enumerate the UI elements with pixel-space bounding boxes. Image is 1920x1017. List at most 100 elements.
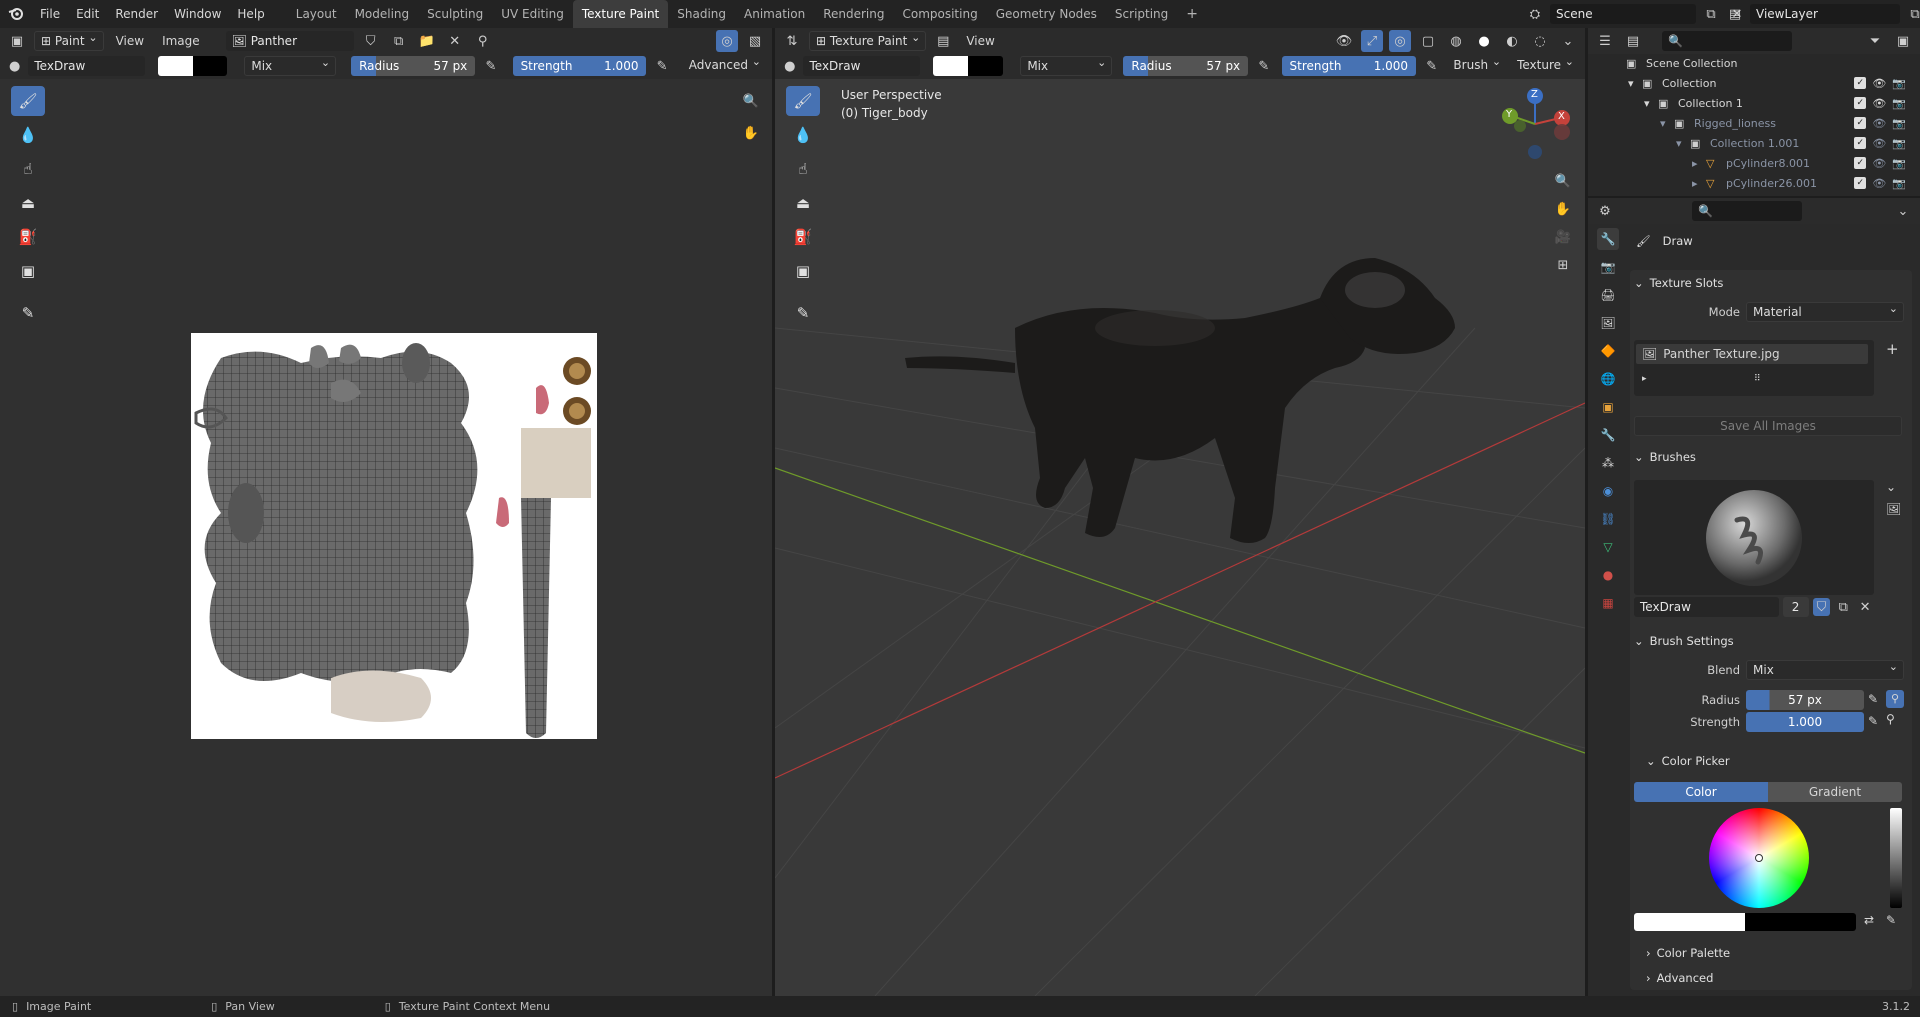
brush-menu[interactable]: Brush (1447, 53, 1506, 76)
image-name-field[interactable]: 🖼 Panther Texture.jpg (225, 31, 354, 68)
camera-render-icon[interactable]: 📷 (1892, 117, 1906, 130)
particles-tab-icon[interactable]: ⁂ (1597, 452, 1619, 474)
material-tab-icon[interactable]: ● (1597, 564, 1619, 586)
blender-logo-icon[interactable] (0, 0, 32, 28)
new-collection-icon[interactable]: ▣ (1892, 30, 1914, 52)
brush-settings-header[interactable]: ⌄ Brush Settings (1634, 630, 1734, 652)
brush-strength-pressure-icon[interactable]: ✎ (1868, 714, 1878, 728)
outliner-row[interactable]: ▸ ▽ pCylinder26.001 ✓ 👁 📷 (1692, 173, 1912, 193)
brush-blend-dropdown[interactable]: Mix (1746, 658, 1904, 680)
open-image-icon[interactable]: 📁 (416, 30, 438, 52)
color-wheel[interactable] (1709, 808, 1809, 908)
data-tab-icon[interactable]: ▽ (1597, 536, 1619, 558)
tab-texture-paint[interactable]: Texture Paint (572, 0, 669, 28)
eye-icon[interactable]: 👁 (1872, 77, 1886, 90)
xray-icon[interactable]: ▢ (1417, 30, 1439, 52)
overlay-icon[interactable]: ◎ (716, 30, 738, 52)
brush-preview[interactable] (1634, 480, 1874, 595)
tool-tab-icon[interactable]: 🔧 (1597, 228, 1619, 250)
vp-smear-tool-icon[interactable]: ☝ (786, 154, 820, 184)
exclude-checkbox[interactable]: ✓ (1854, 137, 1867, 149)
vp-fill-tool-icon[interactable]: ⛽ (786, 222, 820, 252)
annotate-tool-icon[interactable]: ✎ (11, 298, 45, 328)
fill-tool-icon[interactable]: ⛽ (11, 222, 45, 252)
tab-layout[interactable]: Layout (287, 0, 346, 28)
menu-window[interactable]: Window (166, 0, 229, 28)
outliner-row[interactable]: ▣ Scene Collection (1612, 53, 1912, 73)
shading-options-icon[interactable]: ⌄ (1557, 30, 1579, 52)
menu-file[interactable]: File (32, 0, 68, 28)
physics-tab-icon[interactable]: ◉ (1597, 480, 1619, 502)
tab-shading[interactable]: Shading (668, 0, 735, 28)
radius-pressure-icon[interactable]: ✎ (480, 55, 501, 77)
soften-tool-icon[interactable]: 💧 (11, 120, 45, 150)
vp-draw-tool-icon[interactable]: 🖌 (786, 86, 820, 116)
clone-tool-icon[interactable]: ⏏ (11, 188, 45, 218)
render-tab-icon[interactable]: 📷 (1597, 256, 1619, 278)
brush-menu-icon[interactable]: ⌄ (1886, 480, 1896, 494)
scene-icon[interactable]: ⛭ (1524, 3, 1546, 25)
brush-image-icon[interactable]: 🖼 (1886, 502, 1901, 516)
tab-geometry-nodes[interactable]: Geometry Nodes (987, 0, 1106, 28)
texture-image[interactable] (191, 333, 597, 739)
smear-tool-icon[interactable]: ☝ (11, 154, 45, 184)
radius-unit-toggle-icon[interactable]: ⚲ (1886, 690, 1904, 708)
viewport-menu-view[interactable]: View (960, 34, 1000, 48)
wireframe-shading-icon[interactable]: ◍ (1445, 30, 1467, 52)
eye-icon[interactable]: 👁 (1872, 157, 1886, 170)
image-mode-dropdown[interactable]: ⊞ Paint (34, 29, 104, 51)
material-shading-icon[interactable]: ◐ (1501, 30, 1523, 52)
brush-users-count[interactable]: 2 (1782, 597, 1809, 617)
viewport-color-swatch[interactable] (933, 56, 1004, 76)
world-tab-icon[interactable]: 🌐 (1597, 368, 1619, 390)
gradient-tab[interactable]: Gradient (1768, 782, 1902, 802)
mask-tool-icon[interactable]: ▣ (11, 256, 45, 286)
texture-menu[interactable]: Texture (1511, 53, 1579, 76)
radius-slider[interactable]: Radius 57 px (351, 56, 476, 76)
brush-strength-slider[interactable]: 1.000 (1746, 712, 1864, 732)
ortho-grid-icon[interactable]: ⊞ (1552, 254, 1574, 276)
tab-scripting[interactable]: Scripting (1106, 0, 1177, 28)
outliner-filter-icon[interactable]: ⏷ (1864, 30, 1886, 52)
list-resize-handle[interactable]: ⠿ (1754, 374, 1761, 384)
strength-extra-icon[interactable]: ⚲ (1886, 712, 1895, 726)
viewport-brush-icon[interactable]: ● (781, 55, 798, 77)
camera-render-icon[interactable]: 📷 (1892, 137, 1906, 150)
outliner-row[interactable]: ▾ ▣ Collection ✓ 👁 📷 (1628, 73, 1912, 93)
outliner-search[interactable]: 🔍 (1662, 31, 1792, 51)
render-shading-icon[interactable]: ◌ (1529, 30, 1551, 52)
brush-name-field[interactable]: TexDraw (28, 56, 145, 76)
eye-icon[interactable]: 👁 (1872, 117, 1886, 130)
vp-annotate-tool-icon[interactable]: ✎ (786, 298, 820, 328)
display-channels-icon[interactable]: ▧ (744, 30, 766, 52)
fake-user-icon[interactable]: ⛉ (360, 30, 382, 52)
tab-animation[interactable]: Animation (735, 0, 814, 28)
outliner-row[interactable]: ▸ ▽ pCylinder8.001 ✓ 👁 📷 (1692, 153, 1912, 173)
exclude-checkbox[interactable]: ✓ (1854, 97, 1867, 109)
draw-tool-icon[interactable]: 🖌 (11, 86, 45, 116)
color-tab[interactable]: Color (1634, 782, 1768, 802)
camera-render-icon[interactable]: 📷 (1892, 97, 1906, 110)
camera-render-icon[interactable]: 📷 (1892, 177, 1906, 190)
add-workspace-button[interactable]: + (1177, 0, 1207, 28)
vp-clone-tool-icon[interactable]: ⏏ (786, 188, 820, 218)
duplicate-brush-icon[interactable]: ⧉ (1834, 596, 1852, 618)
image-menu-view[interactable]: View (110, 34, 150, 48)
editor-type-icon[interactable]: ▣ (6, 30, 28, 52)
canvas-toggle-icon[interactable]: ▤ (932, 30, 954, 52)
camera-view-icon[interactable]: 🎥 (1552, 226, 1574, 248)
exclude-checkbox[interactable]: ✓ (1854, 77, 1867, 89)
exclude-checkbox[interactable]: ✓ (1854, 177, 1867, 189)
primary-secondary-swatches[interactable] (1634, 913, 1856, 931)
value-slider[interactable] (1890, 808, 1902, 908)
unlink-brush-icon[interactable]: ✕ (1856, 596, 1874, 618)
tab-rendering[interactable]: Rendering (814, 0, 893, 28)
vp-pan-hand-icon[interactable]: ✋ (1552, 198, 1574, 220)
outliner-row[interactable]: ▾ ▣ Collection 1.001 ✓ 👁 📷 (1676, 133, 1912, 153)
eye-icon[interactable]: 👁 (1872, 137, 1886, 150)
vp-mask-tool-icon[interactable]: ▣ (786, 256, 820, 286)
unlink-image-icon[interactable]: ✕ (444, 30, 466, 52)
brush-icon[interactable]: ● (6, 55, 23, 77)
viewport-blend-dropdown[interactable]: Mix (1020, 54, 1113, 76)
new-view-layer-icon[interactable]: ⧉ (1904, 3, 1920, 25)
